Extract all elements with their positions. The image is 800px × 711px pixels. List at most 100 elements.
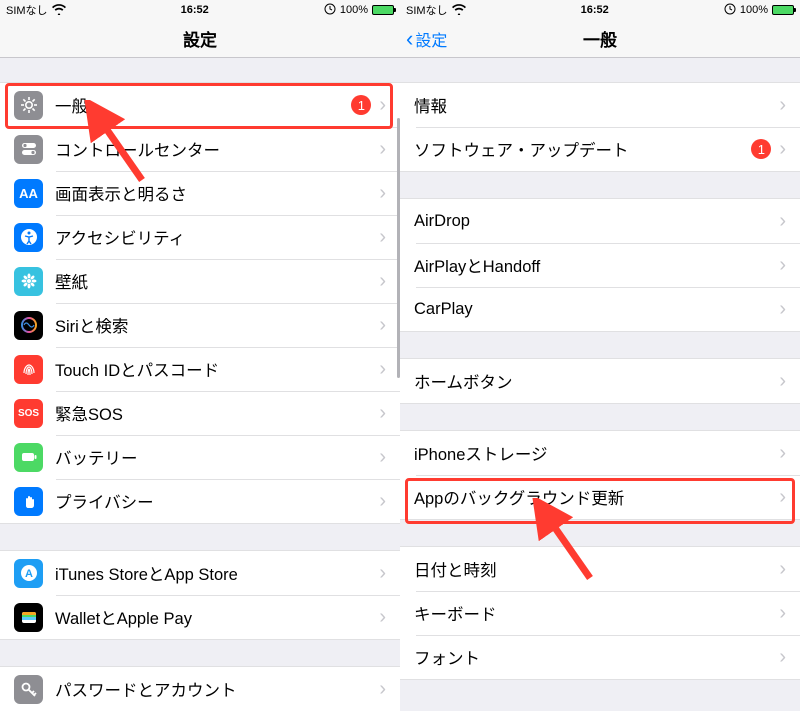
row-label: フォント [414, 645, 779, 669]
row-label: パスワードとアカウント [55, 677, 379, 701]
settings-row[interactable]: AA 画面表示と明るさ› [0, 171, 400, 215]
chevron-right-icon: › [779, 602, 786, 625]
chevron-right-icon: › [379, 226, 386, 249]
settings-screen: SIMなし 16:52 100% 設定 一般1›コントロールセンター›AA画面表… [0, 0, 400, 711]
rotation-lock-icon [324, 3, 336, 18]
key-icon [14, 675, 43, 704]
gear-icon [14, 91, 43, 120]
settings-row[interactable]: AiTunes StoreとApp Store› [0, 551, 400, 595]
settings-row[interactable]: AirDrop› [400, 199, 800, 243]
settings-row[interactable]: ホームボタン› [400, 359, 800, 403]
notification-badge: 1 [351, 95, 371, 115]
back-label: 設定 [415, 27, 447, 51]
toggles-icon [14, 135, 43, 164]
touchid-icon [14, 355, 43, 384]
row-label: ホームボタン [414, 369, 779, 393]
row-label: 日付と時刻 [414, 557, 779, 581]
settings-row[interactable]: パスワードとアカウント› [0, 667, 400, 711]
chevron-right-icon: › [379, 402, 386, 425]
chevron-right-icon: › [779, 298, 786, 321]
wifi-icon [452, 3, 466, 18]
settings-list[interactable]: 一般1›コントロールセンター›AA画面表示と明るさ›アクセシビリティ›壁紙›Si… [0, 58, 400, 711]
row-label: 緊急SOS [55, 401, 379, 425]
chevron-right-icon: › [379, 606, 386, 629]
chevron-right-icon: › [379, 446, 386, 469]
A-icon: A [14, 559, 43, 588]
settings-row[interactable]: アクセシビリティ› [0, 215, 400, 259]
rotation-lock-icon [724, 3, 736, 18]
nav-bar: 設定 [0, 20, 400, 58]
chevron-right-icon: › [379, 94, 386, 117]
settings-row[interactable]: 日付と時刻› [400, 547, 800, 591]
settings-row[interactable]: フォント› [400, 635, 800, 679]
chevron-right-icon: › [779, 94, 786, 117]
settings-row[interactable]: 情報› [400, 83, 800, 127]
wallet-icon [14, 603, 43, 632]
status-bar: SIMなし 16:52 100% [0, 0, 400, 20]
chevron-right-icon: › [779, 646, 786, 669]
row-label: 情報 [414, 93, 779, 117]
settings-row[interactable]: AirPlayとHandoff› [400, 243, 800, 287]
chevron-right-icon: › [379, 358, 386, 381]
hand-icon [14, 487, 43, 516]
battery-icon [772, 5, 794, 15]
settings-row[interactable]: 一般1 › [0, 83, 400, 127]
chevron-right-icon: › [379, 490, 386, 513]
settings-row[interactable]: バッテリー› [0, 435, 400, 479]
row-label: 一般 [55, 93, 351, 117]
carrier-text: SIMなし [406, 2, 448, 18]
settings-row[interactable]: Siriと検索› [0, 303, 400, 347]
settings-row[interactable]: SOS 緊急SOS› [0, 391, 400, 435]
AA-icon: AA [14, 179, 43, 208]
settings-row[interactable]: CarPlay› [400, 287, 800, 331]
settings-row[interactable]: Appのバックグラウンド更新› [400, 475, 800, 519]
chevron-right-icon: › [779, 558, 786, 581]
page-title: 設定 [183, 26, 217, 51]
chevron-right-icon: › [379, 182, 386, 205]
page-title: 一般 [583, 26, 617, 51]
row-label: WalletとApple Pay [55, 605, 379, 629]
chevron-right-icon: › [779, 254, 786, 277]
SOS-icon: SOS [14, 399, 43, 428]
row-label: プライバシー [55, 489, 379, 513]
siri-icon [14, 311, 43, 340]
chevron-right-icon: › [779, 138, 786, 161]
row-label: Touch IDとパスコード [55, 357, 379, 381]
clock-text: 16:52 [181, 4, 209, 16]
general-list[interactable]: 情報›ソフトウェア・アップデート1›AirDrop›AirPlayとHandof… [400, 58, 800, 711]
row-label: 画面表示と明るさ [55, 181, 379, 205]
chevron-right-icon: › [779, 486, 786, 509]
row-label: AirPlayとHandoff [414, 253, 779, 277]
battery-icon [372, 5, 394, 15]
wifi-icon [52, 3, 66, 18]
row-label: CarPlay [414, 300, 779, 319]
row-label: AirDrop [414, 212, 779, 231]
chevron-right-icon: › [379, 562, 386, 585]
chevron-right-icon: › [379, 678, 386, 701]
battery-icon [14, 443, 43, 472]
carrier-text: SIMなし [6, 2, 48, 18]
settings-row[interactable]: Touch IDとパスコード› [0, 347, 400, 391]
general-screen: SIMなし 16:52 100% ‹ 設定 一般 情報›ソフトウェア・アップデー… [400, 0, 800, 711]
chevron-left-icon: ‹ [406, 28, 413, 50]
row-label: アクセシビリティ [55, 225, 379, 249]
battery-pct: 100% [740, 4, 768, 16]
settings-row[interactable]: ソフトウェア・アップデート1› [400, 127, 800, 171]
chevron-right-icon: › [379, 270, 386, 293]
settings-row[interactable]: コントロールセンター› [0, 127, 400, 171]
chevron-right-icon: › [379, 314, 386, 337]
flower-icon [14, 267, 43, 296]
settings-row[interactable]: WalletとApple Pay› [0, 595, 400, 639]
settings-row[interactable]: iPhoneストレージ› [400, 431, 800, 475]
chevron-right-icon: › [779, 370, 786, 393]
settings-row[interactable]: 壁紙› [0, 259, 400, 303]
row-label: iTunes StoreとApp Store [55, 561, 379, 585]
settings-row[interactable]: プライバシー› [0, 479, 400, 523]
status-bar: SIMなし 16:52 100% [400, 0, 800, 20]
settings-row[interactable]: キーボード› [400, 591, 800, 635]
svg-text:A: A [25, 568, 33, 580]
row-label: ソフトウェア・アップデート [414, 137, 751, 161]
row-label: iPhoneストレージ [414, 441, 779, 465]
chevron-right-icon: › [379, 138, 386, 161]
back-button[interactable]: ‹ 設定 [406, 27, 447, 51]
